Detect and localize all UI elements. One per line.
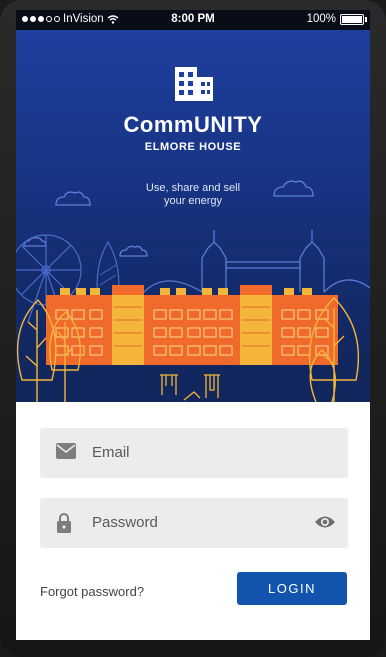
- phone-frame: InVision 8:00 PM 100% CommUNITY ELMORE H…: [0, 0, 386, 657]
- envelope-icon: [56, 443, 76, 459]
- status-right: 100%: [306, 13, 367, 25]
- password-field[interactable]: Password: [40, 498, 348, 548]
- apartment-building-illustration: [46, 285, 338, 365]
- email-placeholder: Email: [92, 444, 130, 461]
- app-title: CommUNITY: [123, 112, 263, 137]
- tagline-line-2: your energy: [163, 195, 223, 207]
- tagline: Use, share and sell your energy: [16, 182, 370, 208]
- app-subtitle: ELMORE HOUSE: [144, 141, 242, 153]
- app-screen: InVision 8:00 PM 100% CommUNITY ELMORE H…: [16, 10, 370, 640]
- building-icon: [175, 67, 213, 101]
- bridge-illustration: [143, 230, 370, 293]
- email-field[interactable]: Email: [40, 428, 348, 478]
- login-form: Email Password Forgot password? LOGIN: [16, 402, 370, 640]
- battery-icon: [340, 13, 367, 25]
- hero-banner: CommUNITY ELMORE HOUSE Use, share and se…: [16, 30, 370, 402]
- tagline-line-1: Use, share and sell: [145, 182, 241, 194]
- eye-icon[interactable]: [314, 515, 336, 529]
- battery-percent: 100%: [306, 13, 336, 25]
- status-bar: InVision 8:00 PM 100%: [16, 10, 370, 30]
- lock-icon: [57, 513, 71, 533]
- login-button[interactable]: LOGIN: [237, 572, 347, 605]
- forgot-password-link[interactable]: Forgot password?: [40, 584, 144, 599]
- password-placeholder: Password: [92, 514, 158, 531]
